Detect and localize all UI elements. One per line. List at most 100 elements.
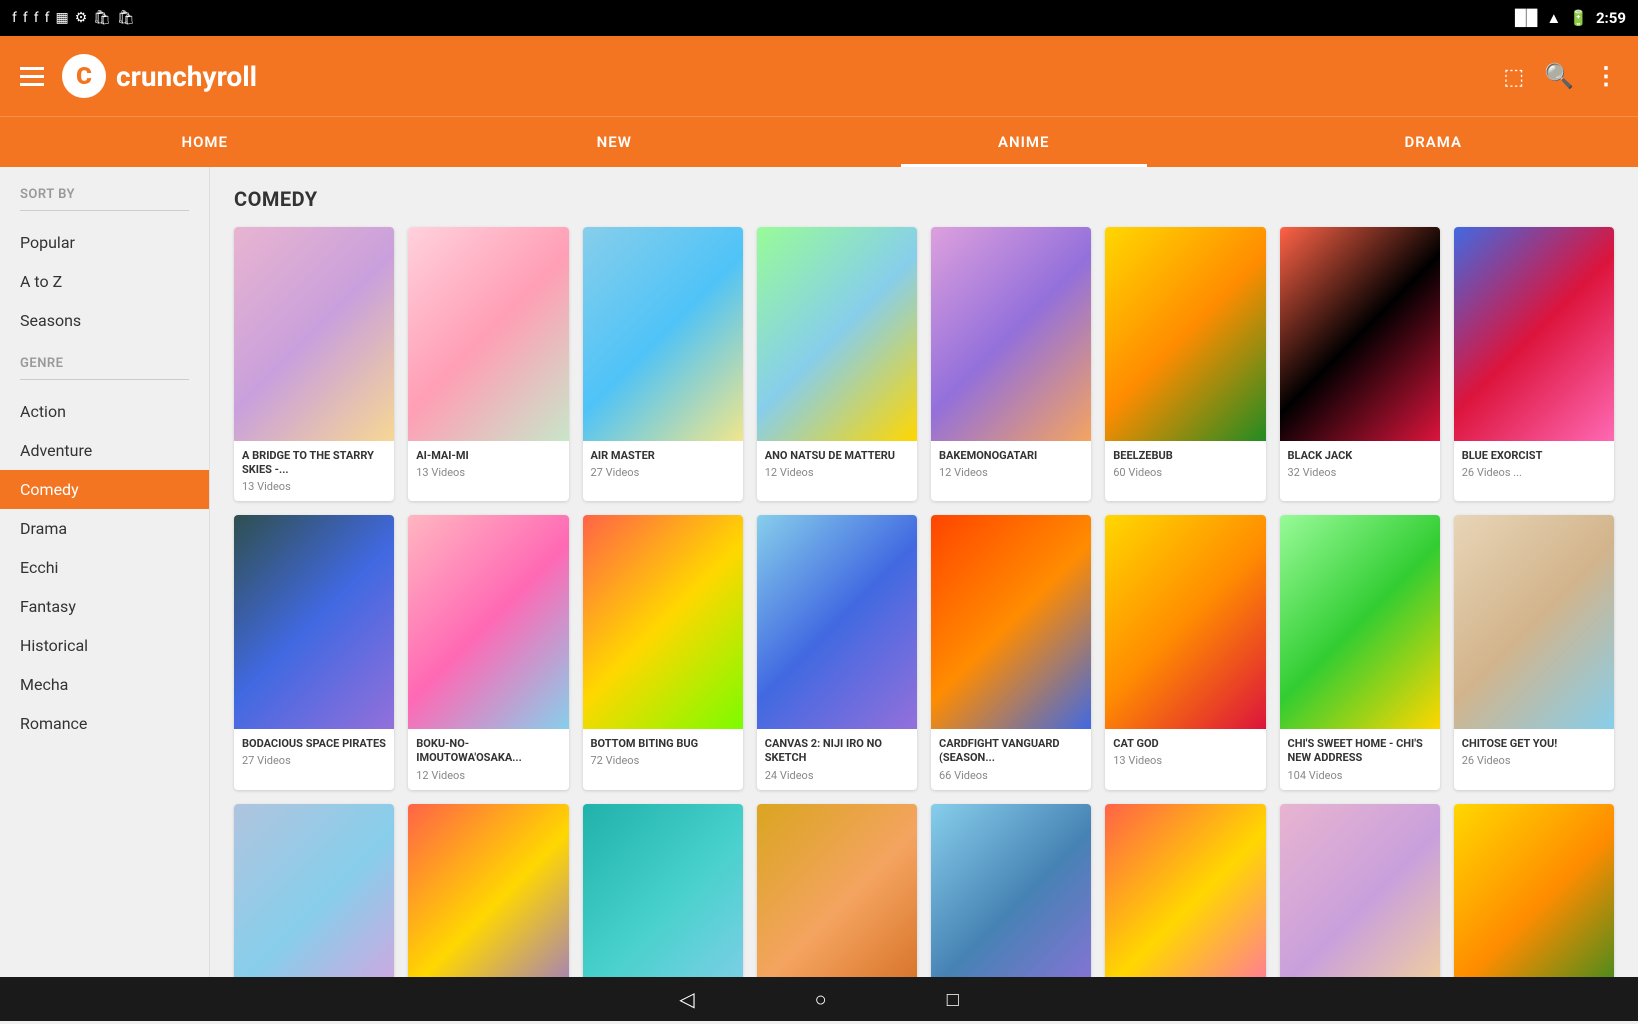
tab-drama[interactable]: DRAMA: [1229, 117, 1638, 167]
header-left: C crunchyroll: [20, 54, 257, 98]
anime-card-beelze[interactable]: BEELZEBUB 60 Videos: [1105, 227, 1265, 501]
anime-thumb-r3-2: [408, 804, 568, 978]
anime-card-bridge[interactable]: A BRIDGE TO THE STARRY SKIES -... 13 Vid…: [234, 227, 394, 501]
sort-a-to-z[interactable]: A to Z: [0, 262, 209, 301]
anime-name-bridge: A BRIDGE TO THE STARRY SKIES -...: [242, 449, 386, 478]
sort-popular[interactable]: Popular: [0, 223, 209, 262]
anime-name-blackjack: BLACK JACK: [1288, 449, 1432, 463]
genre-romance[interactable]: Romance: [0, 704, 209, 743]
sim-icon: ▉▉: [1515, 9, 1538, 27]
genre-fantasy[interactable]: Fantasy: [0, 587, 209, 626]
anime-name-beelze: BEELZEBUB: [1113, 449, 1257, 463]
anime-count-bottom: 72 Videos: [591, 754, 735, 767]
recent-button[interactable]: □: [947, 987, 959, 1012]
cast-icon[interactable]: [1503, 62, 1524, 90]
fb-icon3: f: [34, 10, 39, 26]
genre-adventure[interactable]: Adventure: [0, 431, 209, 470]
anime-count-cardfight: 66 Videos: [939, 769, 1083, 782]
genre-divider: [20, 379, 189, 380]
anime-count-aimaimi: 13 Videos: [416, 466, 560, 479]
genre-comedy[interactable]: Comedy: [0, 470, 209, 509]
back-button[interactable]: ◁: [679, 987, 694, 1011]
anime-card-r3-3[interactable]: [583, 804, 743, 978]
more-options-icon[interactable]: [1594, 62, 1618, 90]
anime-card-catgod[interactable]: CAT GOD 13 Videos: [1105, 515, 1265, 789]
anime-info-bakemono: BAKEMONOGATARI 12 Videos: [931, 441, 1091, 487]
sort-label: SORT BY: [0, 187, 209, 210]
anime-thumb-aimaimi: [408, 227, 568, 441]
anime-thumb-r3-5: [931, 804, 1091, 978]
anime-card-r3-7[interactable]: [1280, 804, 1440, 978]
tab-anime[interactable]: ANIME: [819, 117, 1229, 167]
anime-card-r3-4[interactable]: [757, 804, 917, 978]
anime-card-canvas[interactable]: CANVAS 2: NIJI IRO NO SKETCH 24 Videos: [757, 515, 917, 789]
anime-card-bodacious[interactable]: BODACIOUS SPACE PIRATES 27 Videos: [234, 515, 394, 789]
anime-card-r3-1[interactable]: [234, 804, 394, 978]
anime-card-blueexo[interactable]: BLUE EXORCIST 26 Videos ...: [1454, 227, 1614, 501]
anime-card-blackjack[interactable]: BLACK JACK 32 Videos: [1280, 227, 1440, 501]
anime-card-boku[interactable]: BOKU-NO-IMOUTOWA'OSAKA... 12 Videos: [408, 515, 568, 789]
genre-ecchi[interactable]: Ecchi: [0, 548, 209, 587]
anime-info-catgod: CAT GOD 13 Videos: [1105, 729, 1265, 775]
anime-count-bridge: 13 Videos: [242, 480, 386, 493]
anime-name-bakemono: BAKEMONOGATARI: [939, 449, 1083, 463]
logo[interactable]: C crunchyroll: [62, 54, 257, 98]
genre-drama[interactable]: Drama: [0, 509, 209, 548]
anime-thumb-airmaster: [583, 227, 743, 441]
anime-card-bakemono[interactable]: BAKEMONOGATARI 12 Videos: [931, 227, 1091, 501]
anime-card-chitose[interactable]: CHITOSE GET YOU! 26 Videos: [1454, 515, 1614, 789]
anime-info-bridge: A BRIDGE TO THE STARRY SKIES -... 13 Vid…: [234, 441, 394, 502]
anime-name-chi: CHI'S SWEET HOME - CHI'S NEW ADDRESS: [1288, 737, 1432, 766]
anime-thumb-chi: [1280, 515, 1440, 729]
anime-name-airmaster: AIR MASTER: [591, 449, 735, 463]
anime-count-airmaster: 27 Videos: [591, 466, 735, 479]
hamburger-line: [20, 75, 44, 78]
anime-info-airmaster: AIR MASTER 27 Videos: [583, 441, 743, 487]
anime-name-aimaimi: AI-MAI-MI: [416, 449, 560, 463]
genre-label: GENRE: [0, 340, 209, 379]
wifi-icon: ▲: [1546, 9, 1561, 27]
genre-historical[interactable]: Historical: [0, 626, 209, 665]
tab-home[interactable]: HOME: [0, 117, 410, 167]
anime-count-ano: 12 Videos: [765, 466, 909, 479]
app-icon2: ⚙: [75, 10, 88, 26]
anime-card-chi[interactable]: CHI'S SWEET HOME - CHI'S NEW ADDRESS 104…: [1280, 515, 1440, 789]
anime-name-cardfight: CARDFIGHT VANGUARD (SEASON...: [939, 737, 1083, 766]
anime-info-chi: CHI'S SWEET HOME - CHI'S NEW ADDRESS 104…: [1280, 729, 1440, 790]
anime-thumb-r3-3: [583, 804, 743, 978]
anime-card-cardfight[interactable]: CARDFIGHT VANGUARD (SEASON... 66 Videos: [931, 515, 1091, 789]
anime-thumb-catgod: [1105, 515, 1265, 729]
genre-mecha[interactable]: Mecha: [0, 665, 209, 704]
anime-card-bottom[interactable]: BOTTOM BITING BUG 72 Videos: [583, 515, 743, 789]
anime-thumb-blackjack: [1280, 227, 1440, 441]
anime-card-r3-8[interactable]: [1454, 804, 1614, 978]
anime-card-r3-5[interactable]: [931, 804, 1091, 978]
anime-name-chitose: CHITOSE GET YOU!: [1462, 737, 1606, 751]
anime-thumb-bodacious: [234, 515, 394, 729]
home-button[interactable]: ○: [815, 987, 827, 1012]
anime-card-airmaster[interactable]: AIR MASTER 27 Videos: [583, 227, 743, 501]
sort-seasons[interactable]: Seasons: [0, 301, 209, 340]
anime-card-ano[interactable]: ANO NATSU DE MATTERU 12 Videos: [757, 227, 917, 501]
header-right: 🔍: [1503, 62, 1618, 90]
anime-card-r3-6[interactable]: [1105, 804, 1265, 978]
anime-card-aimaimi[interactable]: AI-MAI-MI 13 Videos: [408, 227, 568, 501]
anime-thumb-blueexo: [1454, 227, 1614, 441]
anime-info-bodacious: BODACIOUS SPACE PIRATES 27 Videos: [234, 729, 394, 775]
anime-info-aimaimi: AI-MAI-MI 13 Videos: [408, 441, 568, 487]
fb-icon2: f: [23, 10, 28, 26]
app-icon4: 🛍: [117, 10, 135, 26]
genre-action[interactable]: Action: [0, 392, 209, 431]
search-icon[interactable]: 🔍: [1544, 62, 1574, 90]
anime-card-r3-2[interactable]: [408, 804, 568, 978]
hamburger-menu[interactable]: [20, 67, 44, 86]
fb-icon4: f: [45, 10, 50, 26]
hamburger-line: [20, 67, 44, 70]
clock: 2:59: [1596, 9, 1626, 27]
anime-name-ano: ANO NATSU DE MATTERU: [765, 449, 909, 463]
anime-count-beelze: 60 Videos: [1113, 466, 1257, 479]
tab-new[interactable]: NEW: [410, 117, 820, 167]
app-icon1: ▦: [56, 10, 69, 26]
logo-circle: C: [62, 54, 106, 98]
anime-count-bodacious: 27 Videos: [242, 754, 386, 767]
